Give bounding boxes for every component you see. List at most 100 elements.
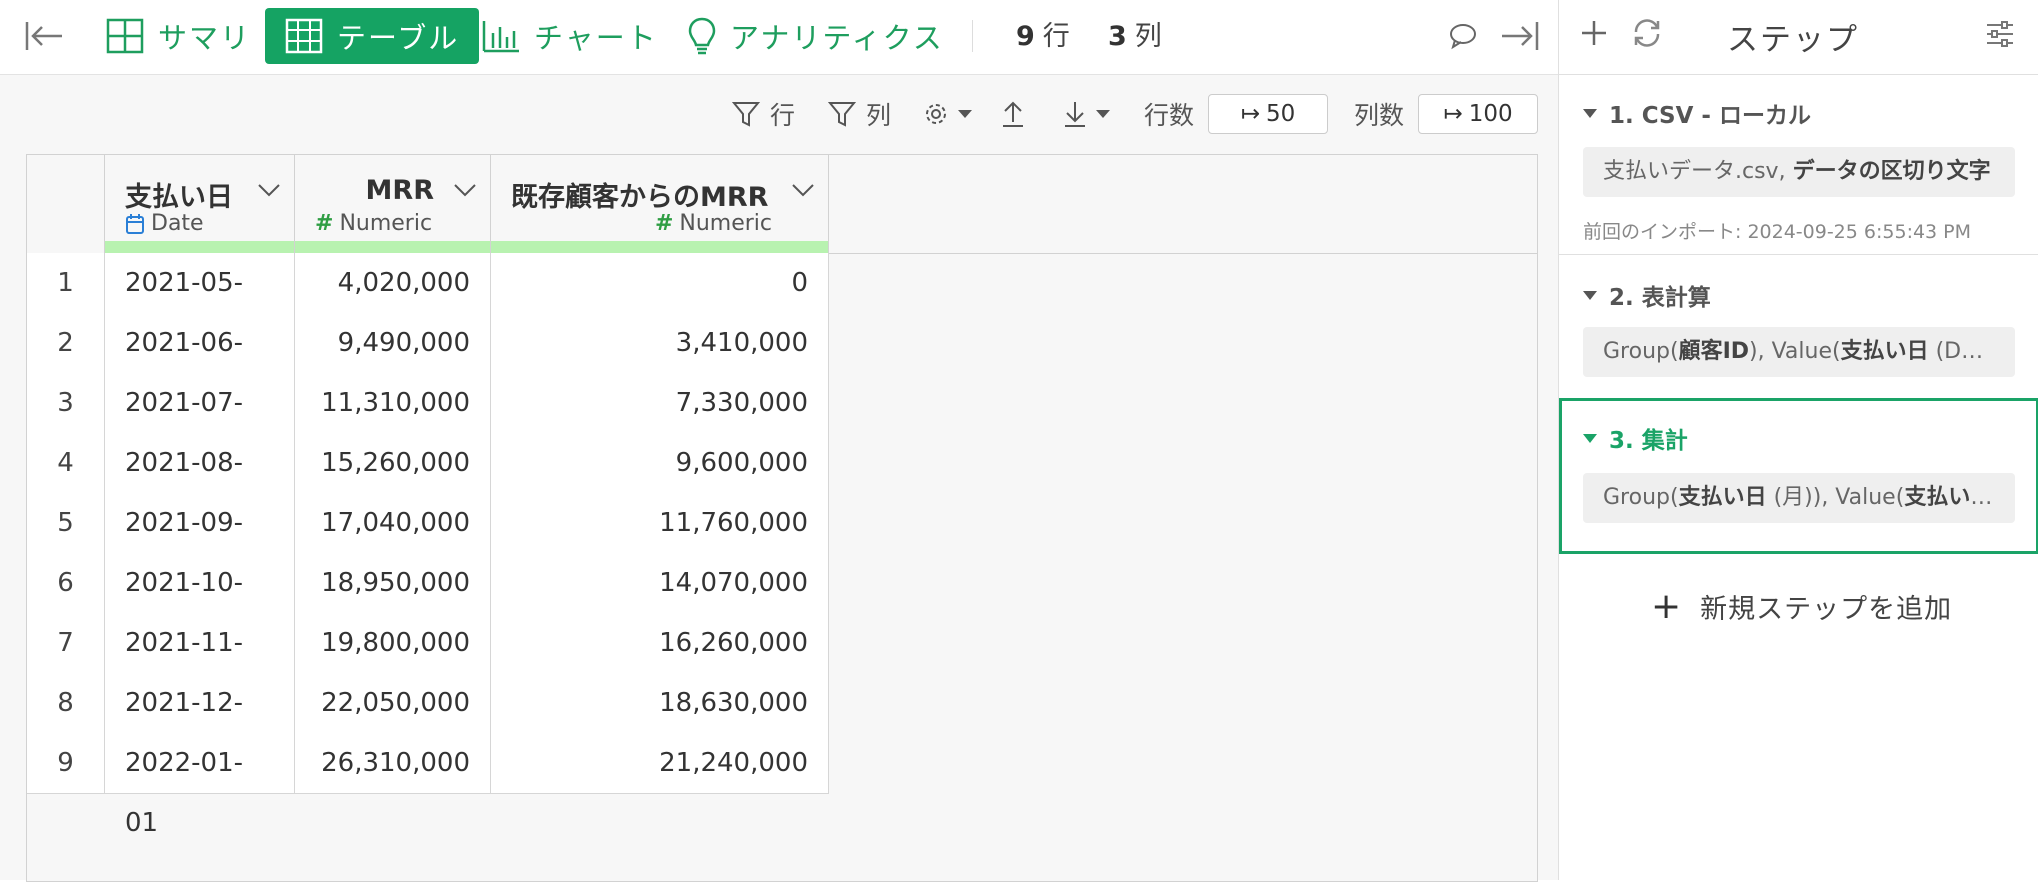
tab-summary[interactable]: サマリ xyxy=(106,8,251,64)
arrow-to-icon: ↦ xyxy=(1443,101,1463,127)
row-count-unit: 行 xyxy=(1042,21,1070,52)
steps-panel-header: ステップ xyxy=(1559,0,2038,74)
step-csv-local[interactable]: 1. CSV - ローカル 支払いデータ.csv, データの区切り文字 前回のイ… xyxy=(1559,76,2038,254)
step-aggregate[interactable]: 3. 集計 Group(支払い日 (月)), Value(支払い日) xyxy=(1559,398,2038,554)
refresh-icon[interactable] xyxy=(1631,18,1663,52)
cols-limit-value: 100 xyxy=(1468,101,1513,127)
cell-existing-mrr[interactable]: 16,260,000 xyxy=(491,613,829,673)
cell-mrr[interactable]: 17,040,000 xyxy=(295,493,491,553)
step-summary-c: ), Value( xyxy=(1749,339,1841,364)
cell-mrr[interactable]: 15,260,000 xyxy=(295,433,491,493)
cell-existing-mrr[interactable]: 7,330,000 xyxy=(491,373,829,433)
upload-icon[interactable] xyxy=(1000,93,1026,135)
tab-analytics-label: アナリティクス xyxy=(730,21,944,55)
cell-existing-mrr[interactable]: 3,410,000 xyxy=(491,313,829,373)
calendar-icon xyxy=(126,213,144,234)
tab-chart-label: チャート xyxy=(534,21,658,55)
cell-existing-mrr[interactable]: 11,760,000 xyxy=(491,493,829,553)
cell-date[interactable]: 2021-12-01 xyxy=(105,673,295,778)
column-header-mrr[interactable]: MRR # Numeric xyxy=(295,155,491,253)
row-filter-button[interactable]: 行 xyxy=(732,93,795,135)
cell-date[interactable]: 2021-10-01 xyxy=(105,553,295,658)
column-header-existing-mrr[interactable]: 既存顧客からのMRR # Numeric xyxy=(491,155,829,253)
cell-existing-mrr[interactable]: 21,240,000 xyxy=(491,733,829,793)
cols-limit-input[interactable]: ↦ 100 xyxy=(1418,94,1538,134)
column-filter-button[interactable]: 列 xyxy=(828,93,891,135)
rows-limit-input[interactable]: ↦ 50 xyxy=(1208,94,1328,134)
step-summary-c: (月)), Value( xyxy=(1766,485,1905,510)
chevron-down-icon[interactable] xyxy=(791,183,815,197)
tab-analytics[interactable]: アナリティクス xyxy=(688,8,944,64)
column-header-date[interactable]: 支払い日 Date xyxy=(105,155,295,253)
arrow-to-icon: ↦ xyxy=(1240,101,1260,127)
cell-existing-mrr[interactable]: 9,600,000 xyxy=(491,433,829,493)
cell-mrr[interactable]: 4,020,000 xyxy=(295,253,491,313)
plus-icon[interactable] xyxy=(1579,18,1609,52)
step-title[interactable]: 2. 表計算 xyxy=(1583,278,1711,312)
step-summary[interactable]: Group(顧客ID), Value(支払い日 (Dense Rank)) xyxy=(1583,327,2015,377)
settings-dropdown[interactable] xyxy=(922,93,974,135)
table-row[interactable]: 8 2021-12-01 22,050,000 18,630,000 xyxy=(27,673,829,778)
top-bar: サマリ テーブル チャート アナリティクス 9行 3列 xyxy=(0,0,1558,75)
column-name: 支払い日 xyxy=(125,182,233,213)
collapse-right-icon[interactable] xyxy=(1500,8,1540,64)
step-summary-a: 支払いデータ.csv, xyxy=(1603,159,1793,184)
cell-date[interactable]: 2021-06-01 xyxy=(105,313,295,418)
sliders-icon[interactable] xyxy=(1985,20,2015,52)
cell-date[interactable]: 2021-05-01 xyxy=(105,253,295,358)
column-type-label: Numeric xyxy=(339,211,433,236)
row-filter-label: 行 xyxy=(770,101,796,130)
column-quality-bar xyxy=(295,241,490,253)
filter-icon xyxy=(828,102,856,127)
cell-existing-mrr[interactable]: 0 xyxy=(491,253,829,313)
col-count-value: 3 xyxy=(1108,21,1127,52)
step-title[interactable]: 3. 集計 xyxy=(1583,421,1688,455)
cell-existing-mrr[interactable]: 18,630,000 xyxy=(491,673,829,733)
add-step-button[interactable]: + 新規ステップを追加 xyxy=(1651,586,1952,627)
table-row[interactable]: 3 2021-07-01 11,310,000 7,330,000 xyxy=(27,373,829,478)
row-index: 7 xyxy=(27,613,105,673)
cell-date[interactable]: 2021-11-01 xyxy=(105,613,295,718)
table-row[interactable]: 5 2021-09-01 17,040,000 11,760,000 xyxy=(27,493,829,598)
cell-existing-mrr[interactable]: 14,070,000 xyxy=(491,553,829,613)
download-dropdown[interactable] xyxy=(1062,93,1112,135)
cell-mrr[interactable]: 19,800,000 xyxy=(295,613,491,673)
cell-mrr[interactable]: 22,050,000 xyxy=(295,673,491,733)
cell-date[interactable]: 2021-09-01 xyxy=(105,493,295,598)
cell-mrr[interactable]: 11,310,000 xyxy=(295,373,491,433)
table-row[interactable]: 2 2021-06-01 9,490,000 3,410,000 xyxy=(27,313,829,418)
comment-icon[interactable] xyxy=(1448,8,1478,64)
chevron-down-icon[interactable] xyxy=(453,183,477,197)
row-count-value: 9 xyxy=(1016,21,1035,52)
table-row[interactable]: 4 2021-08-01 15,260,000 9,600,000 xyxy=(27,433,829,538)
cell-date[interactable]: 2021-07-01 xyxy=(105,373,295,478)
cell-mrr[interactable]: 26,310,000 xyxy=(295,733,491,793)
column-type-label: Numeric xyxy=(679,211,772,236)
cell-date[interactable]: 2022-01-01 xyxy=(105,733,295,838)
step-summary[interactable]: 支払いデータ.csv, データの区切り文字 xyxy=(1583,147,2015,197)
divider xyxy=(1559,254,2038,255)
row-index-header xyxy=(27,155,105,253)
table-row[interactable]: 6 2021-10-01 18,950,000 14,070,000 xyxy=(27,553,829,658)
row-index: 3 xyxy=(27,373,105,433)
step-title-text: 1. CSV - ローカル xyxy=(1609,103,1811,129)
col-count: 3列 xyxy=(1108,14,1162,53)
chevron-down-icon[interactable] xyxy=(257,183,281,197)
filter-icon xyxy=(732,102,760,127)
table-row[interactable]: 1 2021-05-01 4,020,000 0 xyxy=(27,253,829,358)
table-row[interactable]: 7 2021-11-01 19,800,000 16,260,000 xyxy=(27,613,829,718)
cell-date[interactable]: 2021-08-01 xyxy=(105,433,295,538)
tab-chart[interactable]: チャート xyxy=(482,8,658,64)
step-summary[interactable]: Group(支払い日 (月)), Value(支払い日) xyxy=(1583,473,2015,523)
table-row[interactable]: 9 2022-01-01 26,310,000 21,240,000 xyxy=(27,733,829,838)
collapse-left-icon[interactable] xyxy=(24,8,64,64)
tab-table[interactable]: テーブル xyxy=(265,8,480,64)
column-type: # Numeric xyxy=(655,211,772,236)
divider xyxy=(1559,74,2038,75)
cell-mrr[interactable]: 9,490,000 xyxy=(295,313,491,373)
step-table-calc[interactable]: 2. 表計算 Group(顧客ID), Value(支払い日 (Dense Ra… xyxy=(1559,256,2038,396)
steps-panel-title: ステップ xyxy=(1727,22,1859,58)
step-summary-b: データの区切り文字 xyxy=(1792,159,1991,184)
step-title[interactable]: 1. CSV - ローカル xyxy=(1583,96,1811,130)
cell-mrr[interactable]: 18,950,000 xyxy=(295,553,491,613)
